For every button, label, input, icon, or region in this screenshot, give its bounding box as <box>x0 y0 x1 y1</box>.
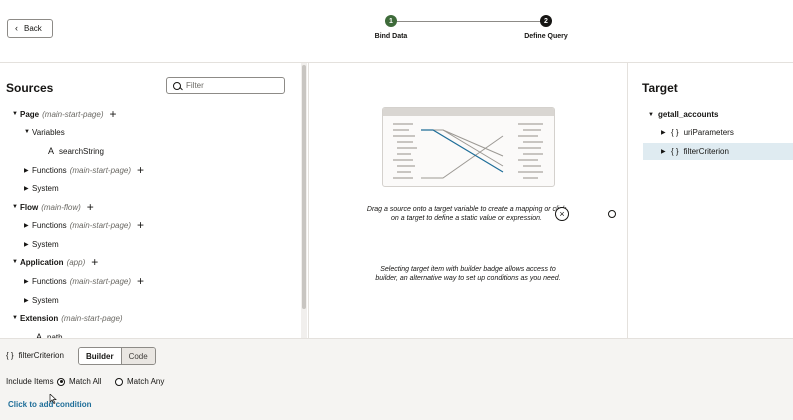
tree-node-system[interactable]: ▶ System <box>24 238 59 250</box>
add-icon[interactable]: + <box>137 164 144 176</box>
mapping-hint: Drag a source onto a target variable to … <box>366 206 567 222</box>
top-bar: ‹ Back 1 Bind Data 2 Define Query <box>0 0 793 62</box>
tree-node-functions[interactable]: ▶ Functions (main-start-page) + <box>24 164 144 176</box>
tree-node-page[interactable]: ▼ Page (main-start-page) + <box>12 108 117 120</box>
step-bind-data[interactable]: 1 Bind Data <box>361 15 421 40</box>
code-mode-button[interactable]: Code <box>121 348 155 364</box>
tree-node-system[interactable]: ▶ System <box>24 182 59 194</box>
radio-checked-icon <box>57 377 65 386</box>
string-type-icon: A <box>48 146 55 156</box>
step-number-badge: 2 <box>540 15 552 27</box>
radio-unchecked-icon <box>115 377 123 386</box>
caret-right-icon: ▶ <box>24 222 29 229</box>
caret-down-icon: ▼ <box>24 129 30 135</box>
caret-right-icon: ▶ <box>24 185 29 192</box>
add-icon[interactable]: + <box>137 219 144 231</box>
tree-node-searchstring[interactable]: A searchString <box>48 145 104 157</box>
step-label: Bind Data <box>374 33 408 40</box>
tree-node-functions[interactable]: ▶ Functions (main-start-page) + <box>24 219 144 231</box>
caret-right-icon: ▶ <box>661 130 666 136</box>
step-label: Define Query <box>524 33 568 40</box>
mapping-lines-illustration <box>393 123 543 179</box>
caret-right-icon: ▶ <box>661 149 666 155</box>
search-icon <box>173 81 181 90</box>
tree-node-functions[interactable]: ▶ Functions (main-start-page) + <box>24 275 144 287</box>
builder-hint: Selecting target item with builder badge… <box>375 266 561 282</box>
tree-node-flow[interactable]: ▼ Flow (main-flow) + <box>12 201 94 213</box>
match-all-radio[interactable]: Match All <box>57 377 101 386</box>
target-panel: Target ▼ getall_accounts ▶ { } uriParame… <box>628 63 793 338</box>
match-any-radio[interactable]: Match Any <box>115 377 164 386</box>
include-items-label: Include Items <box>6 377 54 386</box>
scrollbar-thumb[interactable] <box>302 65 306 309</box>
step-define-query[interactable]: 2 Define Query <box>516 15 576 40</box>
back-label: Back <box>24 24 42 33</box>
builder-mode-button[interactable]: Builder <box>79 348 122 364</box>
target-title: Target <box>642 81 678 95</box>
add-icon[interactable]: + <box>91 256 98 268</box>
tree-node-extension[interactable]: ▼ Extension (main-start-page) <box>12 312 123 324</box>
mouse-pointer-icon <box>49 394 57 404</box>
add-icon[interactable]: + <box>109 108 116 120</box>
illustration-header <box>383 108 554 116</box>
back-button[interactable]: ‹ Back <box>7 19 53 38</box>
sources-title: Sources <box>6 81 54 95</box>
caret-right-icon: ▶ <box>24 241 29 248</box>
add-icon[interactable]: + <box>137 275 144 287</box>
caret-right-icon: ▶ <box>24 278 29 285</box>
tree-node-application[interactable]: ▼ Application (app) + <box>12 256 98 268</box>
object-icon: { } <box>671 128 679 137</box>
caret-right-icon: ▶ <box>24 167 29 174</box>
tree-node-path[interactable]: A path <box>36 331 63 338</box>
filter-input[interactable]: Filter <box>166 77 285 94</box>
step-train: 1 Bind Data 2 Define Query <box>370 15 570 45</box>
sources-panel: Sources Filter ▼ Page (main-start-page) … <box>0 63 308 338</box>
mapping-canvas: Drag a source onto a target variable to … <box>309 63 627 338</box>
target-node-root[interactable]: ▼ getall_accounts <box>648 106 718 123</box>
sources-scrollbar[interactable] <box>301 63 307 338</box>
filter-placeholder: Filter <box>186 81 204 90</box>
caret-down-icon: ▼ <box>12 315 18 321</box>
mapping-illustration <box>382 107 555 187</box>
object-icon: { } <box>671 147 679 156</box>
expression-panel: { } filterCriterion Builder Code Include… <box>0 338 793 420</box>
mode-toggle: Builder Code <box>78 347 156 365</box>
caret-down-icon: ▼ <box>12 259 18 265</box>
add-icon[interactable]: + <box>87 201 94 213</box>
close-circle-icon[interactable]: × <box>555 207 569 221</box>
caret-down-icon: ▼ <box>12 204 18 210</box>
tree-node-variables[interactable]: ▼ Variables <box>24 126 65 138</box>
target-node-filtercriterion[interactable]: ▶ { } filterCriterion <box>643 143 793 160</box>
object-icon: { } <box>6 351 14 360</box>
caret-right-icon: ▶ <box>24 297 29 304</box>
selected-target-label: { } filterCriterion <box>6 351 64 360</box>
target-node-uriparameters[interactable]: ▶ { } uriParameters <box>661 124 793 141</box>
caret-down-icon: ▼ <box>12 111 18 117</box>
chevron-left-icon: ‹ <box>15 23 18 33</box>
caret-down-icon: ▼ <box>648 111 654 118</box>
cursor-circle-icon <box>608 210 616 218</box>
step-number-badge: 1 <box>385 15 397 27</box>
tree-node-system[interactable]: ▶ System <box>24 294 59 306</box>
